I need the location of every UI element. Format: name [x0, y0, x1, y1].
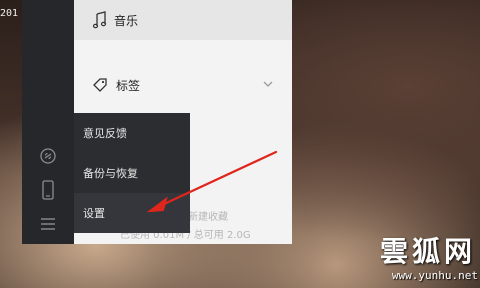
chevron-down-icon[interactable] [262, 78, 274, 90]
menu-item-settings[interactable]: 设置 [74, 193, 190, 233]
tag-icon [93, 78, 107, 92]
watermark-url: www.yunhu.net [391, 269, 478, 282]
menu-item-feedback-label: 意见反馈 [83, 127, 127, 140]
nav-item-tags[interactable]: 标签 [74, 68, 292, 102]
link-icon[interactable] [38, 146, 58, 166]
menu-icon[interactable] [38, 214, 58, 234]
music-note-icon [92, 11, 107, 29]
phone-icon[interactable] [38, 180, 58, 200]
menu-item-backup-restore-label: 备份与恢复 [83, 167, 138, 180]
nav-item-music[interactable]: 音乐 [74, 0, 292, 40]
nav-item-tags-label: 标签 [116, 78, 141, 93]
menu-item-settings-label: 设置 [83, 207, 105, 220]
nav-item-music-label: 音乐 [114, 13, 139, 28]
left-icon-rail [22, 0, 74, 244]
desktop-corner-text: 201 [0, 8, 19, 19]
watermark-brand: 雲狐网 [379, 235, 476, 268]
more-popup-menu: 意见反馈 备份与恢复 设置 [74, 113, 190, 233]
watermark: 雲狐网 www.yunhu.net [332, 228, 480, 288]
menu-item-backup-restore[interactable]: 备份与恢复 [74, 153, 190, 193]
menu-item-feedback[interactable]: 意见反馈 [74, 113, 190, 153]
